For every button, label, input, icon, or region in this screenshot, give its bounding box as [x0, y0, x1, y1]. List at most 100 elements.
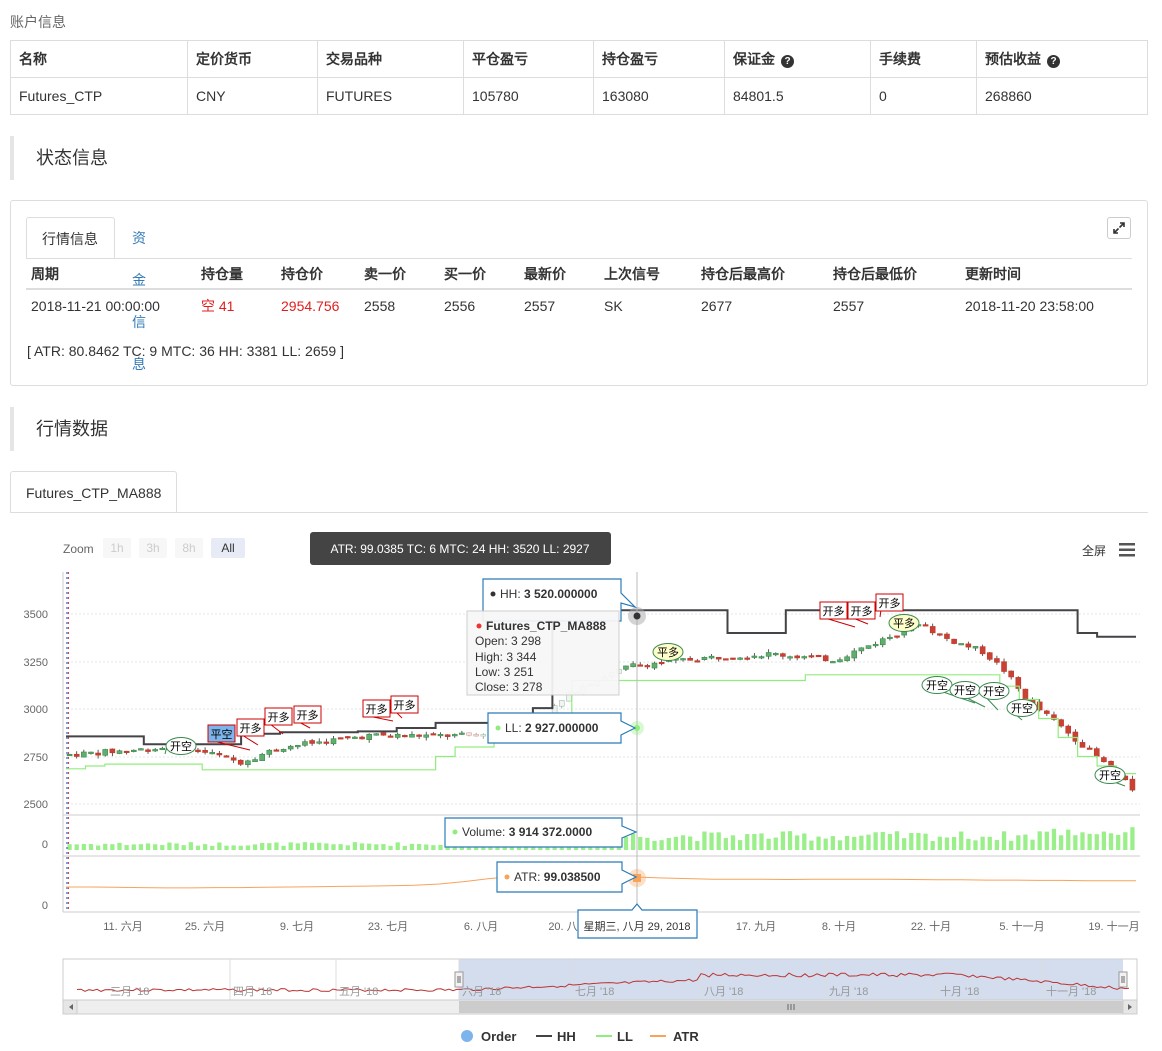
- candle: [330, 736, 337, 746]
- md-position-price: 2954.756: [281, 297, 340, 314]
- volume-bar: [374, 844, 379, 850]
- volume-bar: [730, 835, 736, 850]
- md-min-price: 2557: [833, 297, 865, 314]
- navigator[interactable]: 三月 '18 四月 '18 五月 '18 六月 '18 七月 '18 八月 '1…: [62, 958, 1138, 1002]
- volume-bar: [1037, 831, 1042, 850]
- candle-body: [844, 656, 850, 661]
- header-est-profit-label: 预估收益: [985, 51, 1041, 67]
- candle-body: [922, 624, 929, 627]
- candle: [88, 751, 94, 755]
- candle-body: [951, 638, 957, 644]
- volume-bar: [937, 836, 942, 850]
- candle: [480, 733, 487, 739]
- volume-bar: [103, 843, 108, 850]
- volume-bar: [145, 843, 151, 850]
- md-ask: 2558: [364, 297, 396, 314]
- zoom-1h-button[interactable]: 1h: [103, 538, 131, 558]
- nav-label-4: 七月 '18: [575, 985, 614, 998]
- flag-kaikong-1-label: 开空: [170, 739, 192, 753]
- tab-fund-info[interactable]: 资金信息: [117, 217, 161, 372]
- legend-ll[interactable]: LL: [596, 1029, 633, 1044]
- candle: [644, 663, 651, 670]
- candle-body: [1079, 742, 1086, 748]
- candle: [865, 645, 872, 649]
- volume-bar: [217, 842, 222, 850]
- zoom-8h-button[interactable]: 8h: [175, 538, 203, 558]
- volume-bar: [645, 837, 650, 850]
- candle-body: [1101, 757, 1107, 763]
- candle: [130, 749, 137, 753]
- tab-market-info[interactable]: 行情信息: [26, 217, 115, 259]
- y-tick-2750: 2750: [24, 752, 48, 764]
- candle-body: [715, 657, 722, 660]
- volume-bar: [174, 843, 179, 850]
- candle-body: [195, 749, 201, 753]
- zoom-all-button[interactable]: All: [211, 538, 245, 558]
- x-tick-0: 11. 六月: [103, 920, 143, 933]
- candle: [473, 732, 479, 737]
- candle-body: [323, 741, 330, 744]
- volume-bar: [288, 842, 293, 850]
- volume-bar: [210, 845, 215, 850]
- est-profit-help-icon[interactable]: ?: [1047, 55, 1060, 68]
- candle: [159, 746, 166, 751]
- candle: [737, 657, 743, 661]
- zoom-3h-button[interactable]: 3h: [139, 538, 167, 558]
- candle: [723, 658, 729, 661]
- price-chart[interactable]: Zoom 1h 3h 8h All ATR: 99.0385 TC: 6 MTC…: [0, 520, 1162, 1051]
- volume-bar: [274, 842, 279, 850]
- candle: [402, 734, 408, 738]
- margin-help-icon[interactable]: ?: [781, 55, 794, 68]
- volume-bar: [994, 840, 1000, 850]
- candle: [451, 733, 458, 738]
- volume-bar: [431, 845, 436, 850]
- volume-bar: [352, 842, 358, 850]
- header-est-profit: 预估收益?: [976, 40, 1148, 78]
- tooltip-ohlc: Futures_CTP_MA888 Open: 3 298 High: 3 34…: [466, 610, 620, 696]
- candle-body: [637, 664, 644, 667]
- candle-body: [751, 655, 758, 658]
- volume-bar: [894, 831, 900, 850]
- navigator-selection[interactable]: [459, 959, 1123, 1001]
- x-tick-1: 25. 六月: [185, 920, 225, 933]
- volume-bar: [1066, 829, 1071, 850]
- flag-kaiduo-3: 开多: [293, 705, 322, 729]
- menu-icon[interactable]: [1119, 543, 1135, 557]
- mh-position-price: 持仓价: [276, 259, 359, 290]
- legend-hh[interactable]: HH: [536, 1029, 576, 1044]
- candle: [1044, 709, 1050, 716]
- candle-body: [230, 757, 237, 761]
- candle-body: [259, 753, 265, 761]
- candle-body: [451, 734, 458, 737]
- navigator-handle-right[interactable]: [1118, 971, 1128, 988]
- candle: [658, 659, 665, 666]
- volume-bar: [345, 845, 350, 850]
- expand-button[interactable]: [1107, 217, 1131, 239]
- candle-body: [865, 645, 872, 649]
- flag-kaiduo-4-label: 开多: [366, 702, 388, 716]
- candle-body: [209, 752, 216, 755]
- navigator-handle-left[interactable]: [454, 971, 464, 988]
- candle: [273, 748, 280, 752]
- candle: [1008, 670, 1014, 680]
- scrollbar[interactable]: [62, 999, 1138, 1015]
- legend-atr[interactable]: ATR: [650, 1029, 699, 1044]
- volume-bar: [88, 844, 94, 850]
- legend-hh-label: HH: [557, 1029, 576, 1044]
- market-section-title: 行情数据: [10, 407, 510, 451]
- x-tick-3: 23. 七月: [368, 920, 408, 933]
- legend-order[interactable]: Order: [461, 1029, 516, 1044]
- candle: [1051, 711, 1057, 721]
- volume-bar: [252, 844, 258, 850]
- tab-chart-symbol[interactable]: Futures_CTP_MA888: [10, 471, 178, 513]
- candle: [123, 750, 130, 755]
- tooltip-open: Open: 3 298: [475, 634, 541, 648]
- navigator-labels: 三月 '18 四月 '18 五月 '18 六月 '18 七月 '18 八月 '1…: [110, 984, 1096, 998]
- fullscreen-label[interactable]: 全屏: [1082, 543, 1106, 558]
- tooltip-ll-label: LL:: [505, 721, 525, 735]
- candle-body: [123, 750, 130, 753]
- flag-pingkong-1-label: 平空: [211, 727, 233, 741]
- zoom-label: Zoom: [63, 542, 94, 556]
- mh-update-time: 更新时间: [960, 259, 1132, 290]
- candle-body: [780, 653, 786, 657]
